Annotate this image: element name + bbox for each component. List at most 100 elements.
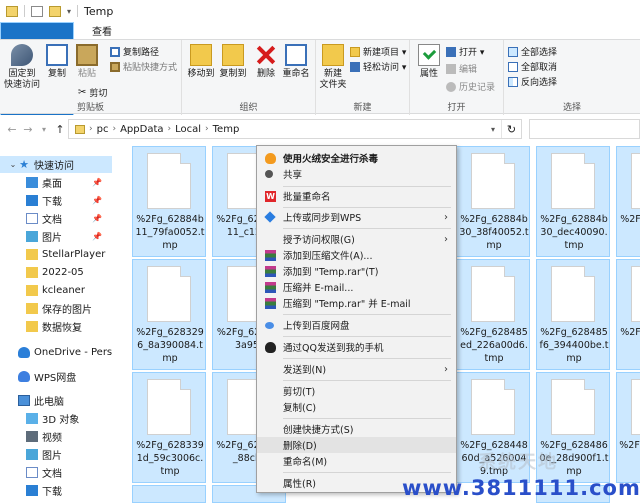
easy-access-button[interactable]: 轻松访问 ▾ (350, 60, 406, 73)
rename-button[interactable]: 重命名 (280, 44, 312, 80)
ribbon-tabs: 文件 主页 共享 查看 (0, 22, 640, 133)
new-item-button[interactable]: 新建项目 ▾ (350, 45, 406, 58)
sidebar-item-label: WPS网盘 (34, 373, 77, 384)
pin-quick-access-button[interactable]: 固定到 快速访问 (4, 44, 40, 91)
menu-item-huorong-scan[interactable]: 使用火绒安全进行杀毒 (257, 150, 456, 166)
sidebar-item-pictures[interactable]: 图片 📌 (0, 228, 112, 245)
sidebar-item-stellarplayer[interactable]: StellarPlayer (0, 246, 112, 263)
easy-access-icon (350, 61, 360, 72)
address-dropdown-icon[interactable]: ▾ (491, 125, 495, 134)
menu-item-grant-access[interactable]: 授予访问权限(G) › (257, 231, 456, 247)
sidebar-item-documents[interactable]: 文档 📌 (0, 210, 112, 227)
file-item[interactable]: %2Fg_628486d_1c (616, 259, 640, 370)
file-item[interactable]: %2Fg_628485ed_226a00d6.tmp (456, 259, 530, 370)
copy-path-button[interactable]: 复制路径 (110, 45, 159, 58)
sidebar-item-quick-access[interactable]: ⌄ ★ 快速访问 (0, 156, 112, 173)
file-item[interactable]: %2Fg_62884b11_79fa0052.tmp (132, 146, 206, 257)
menu-item-delete[interactable]: 删除(D) (257, 437, 456, 453)
chevron-down-icon[interactable]: ⌄ (8, 160, 18, 169)
sidebar-item-onedrive[interactable]: OneDrive - Perso (0, 344, 112, 361)
copy-to-button[interactable]: 复制到 (218, 44, 248, 80)
chevron-down-icon[interactable]: ▾ (67, 7, 71, 16)
delete-button[interactable]: 删除 (254, 44, 278, 80)
copy-label: 复制 (47, 69, 66, 79)
menu-divider (283, 380, 451, 381)
file-item[interactable]: %2Fg_62884b30_38f40052.tmp (456, 146, 530, 257)
breadcrumb-appdata[interactable]: AppData (120, 124, 163, 135)
menu-item-label: 剪切(T) (283, 387, 316, 398)
menu-item-copy[interactable]: 复制(C) (257, 399, 456, 415)
sidebar-item-3d-objects[interactable]: 3D 对象 (0, 410, 112, 427)
cut-button[interactable]: ✂ 剪切 (78, 86, 107, 99)
open-button[interactable]: 打开 ▾ (446, 45, 484, 58)
menu-item-rename[interactable]: 重命名(M) (257, 453, 456, 469)
file-item[interactable]: %2Fg_62884b3a_2c (616, 146, 640, 257)
file-icon (147, 153, 191, 209)
menu-item-add-to-archive[interactable]: 添加到压缩文件(A)... (257, 247, 456, 263)
menu-item-label: 添加到 "Temp.rar"(T) (283, 267, 379, 278)
file-item[interactable] (132, 485, 206, 503)
paste-button[interactable]: 粘贴 (74, 44, 100, 80)
search-input[interactable] (529, 119, 640, 139)
recent-chevron-icon[interactable]: ▾ (36, 125, 52, 134)
paste-shortcut-button[interactable]: 粘贴快捷方式 (110, 60, 177, 73)
menu-item-add-to-temp-rar[interactable]: 添加到 "Temp.rar"(T) (257, 263, 456, 279)
sidebar-item-videos[interactable]: 视频 (0, 428, 112, 445)
menu-item-qq-send[interactable]: 通过QQ发送到我的手机 (257, 339, 456, 355)
sidebar-item-kcleaner[interactable]: kcleaner (0, 282, 112, 299)
menu-item-send-to[interactable]: 发送到(N) › (257, 361, 456, 377)
up-arrow-icon[interactable]: ↑ (52, 123, 68, 136)
history-button[interactable]: 历史记录 (446, 80, 495, 93)
sidebar-item-wps-drive[interactable]: WPS网盘 (0, 368, 112, 385)
tab-view[interactable]: 查看 (82, 22, 122, 39)
menu-item-label: 上传到百度网盘 (283, 321, 350, 332)
delete-label: 删除 (256, 69, 275, 79)
properties-quick-icon[interactable] (31, 5, 43, 17)
file-item[interactable]: %2Fg_628485f6_394400be.tmp (536, 259, 610, 370)
select-all-button[interactable]: 全部选择 (508, 45, 557, 58)
menu-item-share[interactable]: 共享 (257, 166, 456, 182)
menu-item-create-shortcut[interactable]: 创建快捷方式(S) (257, 421, 456, 437)
sidebar-item-pictures-pc[interactable]: 图片 (0, 446, 112, 463)
breadcrumb-pc[interactable]: pc (97, 124, 109, 135)
menu-item-cut[interactable]: 剪切(T) (257, 383, 456, 399)
properties-button[interactable]: 属性 (416, 44, 442, 80)
sidebar-item-documents-pc[interactable]: 文档 (0, 464, 112, 481)
sidebar-item-desktop[interactable]: 桌面 📌 (0, 174, 112, 191)
breadcrumb-local[interactable]: Local (175, 124, 201, 135)
sidebar-item-saved-pictures[interactable]: 保存的图片 (0, 300, 112, 317)
sidebar-item-this-pc[interactable]: 此电脑 (0, 392, 112, 409)
file-item[interactable]: %2Fg_6283391d_59c3006c.tmp (132, 372, 206, 483)
menu-item-compress-temp-email[interactable]: 压缩到 "Temp.rar" 并 E-mail (257, 295, 456, 311)
forward-arrow-icon[interactable]: → (20, 123, 36, 136)
menu-item-upload-wps[interactable]: 上传或同步到WPS › (257, 209, 456, 225)
sidebar-item-data-recovery[interactable]: 数据恢复 (0, 318, 112, 335)
breadcrumb-temp[interactable]: Temp (213, 124, 240, 135)
menu-item-batch-rename[interactable]: W 批量重命名 (257, 188, 456, 204)
menu-item-compress-email[interactable]: 压缩并 E-mail... (257, 279, 456, 295)
back-arrow-icon[interactable]: ← (4, 123, 20, 136)
edit-button[interactable]: 编辑 (446, 62, 477, 75)
copy-to-label: 复制到 (219, 69, 247, 79)
select-none-button[interactable]: 全部取消 (508, 60, 557, 73)
new-folder-button[interactable]: 新建 文件夹 (318, 44, 348, 91)
document-icon (26, 213, 38, 224)
address-box[interactable]: › pc › AppData › Local › Temp ▾ ↻ (68, 119, 522, 139)
copy-button[interactable]: 复制 (44, 44, 70, 80)
sidebar-item-downloads-pc[interactable]: 下载 (0, 482, 112, 499)
sidebar-item-2022-05[interactable]: 2022-05 (0, 264, 112, 281)
file-item[interactable]: %2Fg_6284e_fa (616, 372, 640, 483)
new-folder-icon (322, 44, 344, 66)
file-item[interactable]: %2Fg_6283296_8a390084.tmp (132, 259, 206, 370)
submenu-arrow-icon: › (444, 211, 448, 223)
menu-item-baidu-upload[interactable]: 上传到百度网盘 (257, 317, 456, 333)
watermark-url: www.3811111.com (402, 476, 640, 500)
invert-selection-button[interactable]: 反向选择 (508, 75, 557, 88)
new-folder-quick-icon[interactable] (49, 5, 61, 17)
sidebar-item-label: 视频 (42, 433, 62, 444)
sidebar-item-downloads[interactable]: 下载 📌 (0, 192, 112, 209)
refresh-icon[interactable]: ↻ (501, 120, 521, 138)
move-to-button[interactable]: 移动到 (186, 44, 216, 80)
file-item[interactable]: %2Fg_62884b30_dec40090.tmp (536, 146, 610, 257)
clipboard-group: 固定到 快速访问 复制 粘贴 复制路径 粘贴快捷方式 ✂ 剪切 剪贴板 (0, 40, 182, 115)
